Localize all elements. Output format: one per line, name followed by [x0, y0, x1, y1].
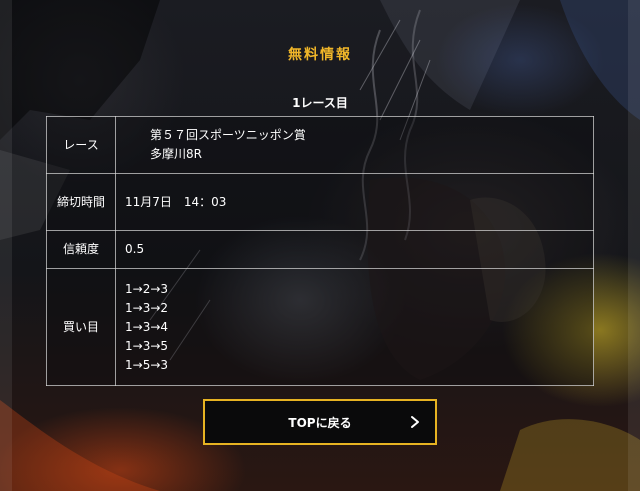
bet-line: 1→3→2	[125, 300, 169, 315]
section-title: 無料情報	[288, 47, 352, 63]
bet-line: 1→3→5	[125, 338, 169, 353]
table-row-confidence: 信頼度 0.5	[46, 230, 594, 269]
deadline-time: 11月7日 14：03	[125, 194, 227, 209]
race-heading: 1レース目	[292, 96, 348, 110]
row-label-confidence: 信頼度	[46, 230, 116, 269]
bet-line: 1→2→3	[125, 281, 169, 296]
row-value-race: 第５７回スポーツニッポン賞 多摩川8R	[115, 116, 594, 174]
chevron-right-icon	[411, 416, 419, 428]
table-row-bets: 買い目 1→2→3 1→3→2 1→3→4 1→3→5 1→5→3	[46, 268, 594, 386]
bet-line: 1→5→3	[125, 357, 169, 372]
row-label-deadline: 締切時間	[46, 173, 116, 231]
race-info-table: レース 第５７回スポーツニッポン賞 多摩川8R 締切時間 11月7日 14：03…	[46, 116, 594, 386]
row-value-deadline: 11月7日 14：03	[115, 173, 594, 231]
race-name: 第５７回スポーツニッポン賞	[150, 128, 306, 142]
row-label-race: レース	[46, 116, 116, 174]
row-value-confidence: 0.5	[115, 230, 594, 269]
table-row-deadline: 締切時間 11月7日 14：03	[46, 173, 594, 231]
back-to-top-button[interactable]: TOPに戻る	[203, 399, 437, 445]
bet-line: 1→3→4	[125, 319, 169, 334]
row-label-bets: 買い目	[46, 268, 116, 386]
race-venue: 多摩川8R	[150, 147, 202, 161]
confidence-value: 0.5	[125, 242, 145, 256]
page-background: 無料情報 1レース目 レース 第５７回スポーツニッポン賞 多摩川8R 締切時間 …	[0, 0, 640, 491]
back-to-top-label: TOPに戻る	[288, 415, 352, 430]
row-value-bets: 1→2→3 1→3→2 1→3→4 1→3→5 1→5→3	[115, 268, 594, 386]
table-row-race: レース 第５７回スポーツニッポン賞 多摩川8R	[46, 116, 594, 174]
